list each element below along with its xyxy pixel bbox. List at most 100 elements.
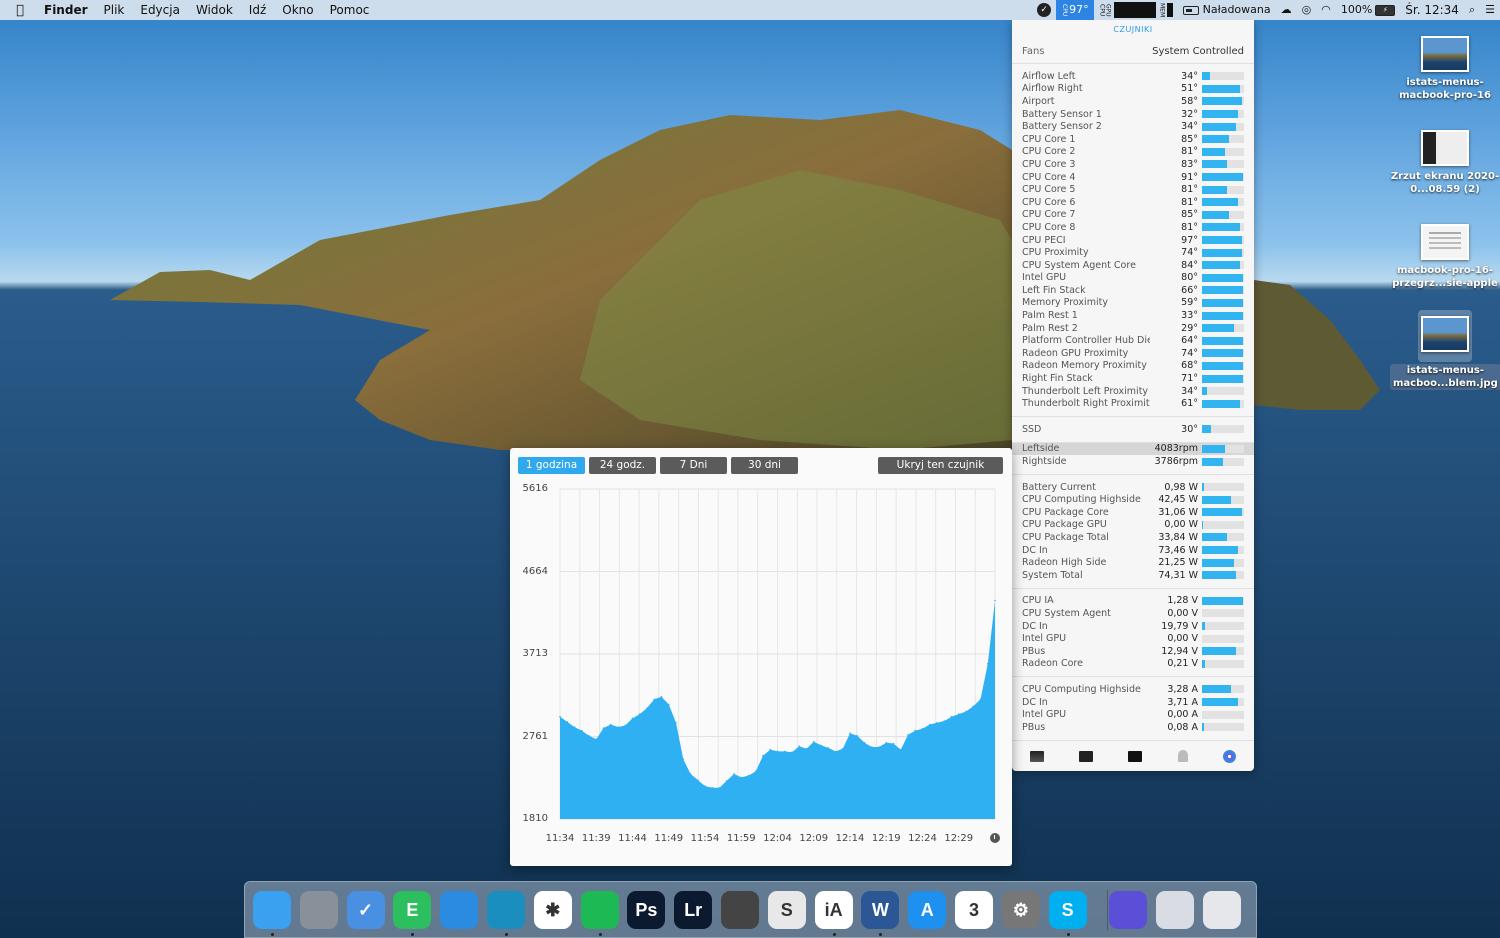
sensor-row[interactable]: Radeon Core 0,21 V xyxy=(1012,658,1254,671)
notification-center-icon[interactable]: ☰ xyxy=(1480,0,1500,20)
launchpad-icon[interactable] xyxy=(299,891,338,929)
disk-utility-icon[interactable] xyxy=(1223,749,1237,763)
sensor-row[interactable]: Airport 58° xyxy=(1012,95,1254,108)
sensor-row[interactable]: Intel GPU 0,00 A xyxy=(1012,708,1254,721)
sensor-row[interactable]: CPU Proximity 74° xyxy=(1012,246,1254,259)
sensor-row[interactable]: Right Fin Stack 71° xyxy=(1012,372,1254,385)
sensor-row[interactable]: CPU System Agent 0,00 V xyxy=(1012,607,1254,620)
finder-icon[interactable] xyxy=(253,891,291,929)
menu-file[interactable]: Plik xyxy=(96,0,133,20)
sensor-row[interactable]: Intel GPU 80° xyxy=(1012,272,1254,285)
console-icon[interactable] xyxy=(1079,750,1094,762)
sensor-row[interactable]: CPU Core 7 85° xyxy=(1012,209,1254,222)
sensor-row[interactable]: CPU Computing Highside 42,45 W xyxy=(1012,493,1254,506)
sensor-row[interactable]: PBus 0,08 A xyxy=(1012,721,1254,734)
spotlight-icon[interactable]: ⌕ xyxy=(1464,0,1480,20)
wifi-icon[interactable]: ◠ xyxy=(1316,0,1336,20)
app-store-icon[interactable]: A xyxy=(908,891,947,929)
desktop-file-istats-png[interactable]: istats-menus-macbook-pro-16 xyxy=(1390,36,1500,102)
desktop-file-article[interactable]: macbook-pro-16-przegrz...sie-apple xyxy=(1390,224,1500,290)
desktop-file-istats-jpg[interactable]: istats-menus-macboo...blem.jpg xyxy=(1390,310,1500,390)
sensor-row[interactable]: CPU PECI 97° xyxy=(1012,234,1254,247)
sensor-row[interactable]: Radeon Memory Proximity 68° xyxy=(1012,360,1254,373)
evernote-icon[interactable]: E xyxy=(393,891,432,929)
word-icon[interactable]: W xyxy=(861,891,900,929)
sensor-row[interactable]: Battery Sensor 1 32° xyxy=(1012,108,1254,121)
lightroom-icon[interactable]: Lr xyxy=(674,891,713,929)
data-point xyxy=(762,754,764,757)
sensor-row[interactable]: CPU Computing Highside 3,28 A xyxy=(1012,683,1254,696)
davinci-icon[interactable] xyxy=(721,891,759,929)
sensor-row[interactable]: DC In 19,79 V xyxy=(1012,620,1254,633)
sensor-row[interactable]: Leftside 4083rpm xyxy=(1012,442,1254,456)
sensor-row[interactable]: Radeon High Side 21,25 W xyxy=(1012,556,1254,569)
sensor-row[interactable]: Memory Proximity 59° xyxy=(1012,297,1254,310)
sensor-row[interactable]: Intel GPU 0,00 V xyxy=(1012,632,1254,645)
battery-status-menu[interactable]: Naładowana xyxy=(1178,0,1276,20)
menu-window[interactable]: Okno xyxy=(274,0,321,20)
checkmark-icon[interactable]: ✓ xyxy=(1032,0,1056,20)
sensor-row[interactable]: Palm Rest 1 33° xyxy=(1012,309,1254,322)
sensor-row[interactable]: Palm Rest 2 29° xyxy=(1012,322,1254,335)
sensor-row[interactable]: Platform Controller Hub Die 64° xyxy=(1012,334,1254,347)
sensor-row[interactable]: SSD 30° xyxy=(1012,423,1254,436)
skype-icon[interactable]: S xyxy=(1048,891,1087,929)
menu-view[interactable]: Widok xyxy=(188,0,241,20)
sensor-row[interactable]: DC In 73,46 W xyxy=(1012,544,1254,557)
scrivener-icon[interactable]: S xyxy=(767,891,806,929)
sensor-row[interactable]: CPU Core 5 81° xyxy=(1012,183,1254,196)
system-preferences-icon[interactable]: ⚙ xyxy=(1001,891,1040,929)
spotify-icon[interactable] xyxy=(580,891,619,929)
photoshop-icon[interactable]: Ps xyxy=(627,891,666,929)
sensor-row[interactable]: Airflow Left 34° xyxy=(1012,70,1254,83)
system-info-icon[interactable] xyxy=(1177,750,1188,762)
downloads-stack-icon[interactable] xyxy=(1156,891,1195,929)
edge-icon[interactable] xyxy=(487,891,525,929)
sensor-row[interactable]: Battery Sensor 2 34° xyxy=(1012,120,1254,133)
data-point xyxy=(689,773,692,775)
things-icon[interactable]: ✓ xyxy=(346,891,385,929)
sensor-row[interactable]: System Total 74,31 W xyxy=(1012,569,1254,582)
sensor-row[interactable]: CPU System Agent Core 84° xyxy=(1012,259,1254,272)
activity-monitor-icon[interactable] xyxy=(1029,750,1044,762)
cpu-graph-icon[interactable]: CPU GPU MEM xyxy=(1094,0,1178,20)
sensor-row[interactable]: Left Fin Stack 66° xyxy=(1012,284,1254,297)
istat-temperature-menu[interactable]: CPU 97° xyxy=(1056,0,1094,20)
sensor-row[interactable]: CPU Core 8 81° xyxy=(1012,221,1254,234)
sensor-row[interactable]: CPU IA 1,28 V xyxy=(1012,595,1254,608)
sensor-row[interactable]: CPU Core 3 83° xyxy=(1012,158,1254,171)
calendar-icon[interactable]: 3 xyxy=(955,891,993,929)
sensor-row[interactable]: Rightside 3786rpm xyxy=(1012,455,1254,468)
terminal-icon[interactable] xyxy=(1128,750,1143,762)
menu-go[interactable]: Idź xyxy=(241,0,274,20)
trash-icon[interactable] xyxy=(1203,891,1241,929)
ia-writer-icon[interactable]: iA xyxy=(814,891,853,929)
creative-cloud-icon[interactable]: ◎ xyxy=(1297,0,1317,20)
sensor-row[interactable]: Thunderbolt Left Proximity 34° xyxy=(1012,385,1254,398)
sensor-row[interactable]: Radeon GPU Proximity 74° xyxy=(1012,347,1254,360)
sensor-row[interactable]: DC In 3,71 A xyxy=(1012,696,1254,709)
sensor-row[interactable]: Battery Current 0,98 W xyxy=(1012,481,1254,494)
battery-menu[interactable]: 100% ⚡ xyxy=(1336,0,1400,20)
menu-help[interactable]: Pomoc xyxy=(322,0,378,20)
desktop-file-screenshot[interactable]: Zrzut ekranu 2020-0...08.59 (2) xyxy=(1390,130,1500,196)
fans-mode-row[interactable]: Fans System Controlled xyxy=(1012,40,1254,64)
safari-icon[interactable] xyxy=(440,891,479,929)
slack-icon[interactable]: ✱ xyxy=(533,891,572,929)
sensor-row[interactable]: Airflow Right 51° xyxy=(1012,83,1254,96)
menu-clock[interactable]: Śr. 12:34 xyxy=(1400,0,1464,20)
sensor-row[interactable]: Thunderbolt Right Proximity 61° xyxy=(1012,397,1254,410)
menu-finder[interactable]: Finder xyxy=(40,0,96,20)
menu-edit[interactable]: Edycja xyxy=(132,0,188,20)
cloud-icon[interactable]: ☁ xyxy=(1276,0,1297,20)
sensor-row[interactable]: CPU Package Core 31,06 W xyxy=(1012,506,1254,519)
sensor-row[interactable]: CPU Core 6 81° xyxy=(1012,196,1254,209)
sensor-row[interactable]: CPU Package Total 33,84 W xyxy=(1012,531,1254,544)
sensor-row[interactable]: CPU Core 1 85° xyxy=(1012,133,1254,146)
sensor-row[interactable]: CPU Core 2 81° xyxy=(1012,146,1254,159)
sensor-row[interactable]: CPU Package GPU 0,00 W xyxy=(1012,519,1254,532)
sensor-row[interactable]: CPU Core 4 91° xyxy=(1012,171,1254,184)
instastats-icon[interactable] xyxy=(1109,891,1148,929)
apple-menu-icon[interactable]:  xyxy=(0,3,40,18)
sensor-row[interactable]: PBus 12,94 V xyxy=(1012,645,1254,658)
